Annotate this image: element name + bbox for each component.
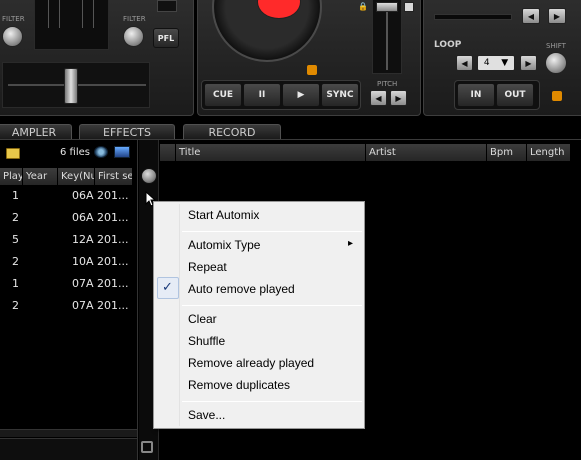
pitch-up-button[interactable]: ▶ [390,90,407,106]
cell-play: 2 [12,211,19,224]
col-artist-header[interactable]: Artist [366,144,487,161]
pause-button[interactable]: II [243,83,281,107]
filter-right-label: FILTER [123,15,146,23]
pitch-slider-line [386,10,388,70]
tab-effects[interactable]: EFFECTS [79,124,175,139]
col-title-header[interactable]: Title [176,144,366,161]
tab-sampler[interactable]: AMPLER [0,124,72,139]
automix-options-icon[interactable] [141,168,157,184]
browser-scrollbar[interactable] [0,429,137,437]
eq-fader-track-2[interactable] [82,0,94,28]
menu-item-automix-type[interactable]: Automix Type [188,238,260,252]
col-year-header[interactable]: Year [23,168,58,185]
top-right-square[interactable] [157,0,177,12]
menu-item-shuffle[interactable]: Shuffle [188,334,225,348]
col-play-header[interactable]: Play [0,168,23,185]
deck-lock-icon [307,65,317,75]
filter-right-knob[interactable] [123,26,144,47]
table-row[interactable]: 1 07A 201... [0,274,134,296]
effect-bar[interactable] [434,14,512,20]
eq-slot-left [34,0,109,50]
cell-play: 2 [12,255,19,268]
cell-play: 1 [12,189,19,202]
menu-item-start-automix[interactable]: Start Automix [188,208,259,222]
menu-item-remove-duplicates[interactable]: Remove duplicates [188,378,290,392]
checkmark-icon: ✓ [162,280,173,295]
filter-left-label: FILTER [2,15,25,23]
loop-value-box[interactable]: 4 ▼ [477,55,515,71]
loop-out-button[interactable]: OUT [496,83,534,107]
unlock-icon[interactable] [141,441,153,453]
col-length-header[interactable]: Length [527,144,571,161]
automix-context-menu: Start Automix Automix Type ▸ Repeat ✓ Au… [153,201,365,429]
menu-separator [182,231,362,232]
pitch-toggle[interactable] [404,2,414,12]
cell-first-seen: 201... [97,255,129,268]
submenu-arrow-icon: ▸ [348,238,354,249]
loop-dropdown-icon[interactable]: ▼ [501,58,508,68]
filter-left-knob[interactable] [2,26,23,47]
menu-item-save[interactable]: Save... [188,408,225,422]
eq-fader-track-1[interactable] [48,0,60,28]
network-icon[interactable] [114,146,130,158]
shift-knob[interactable] [545,52,567,74]
pitch-down-button[interactable]: ◀ [370,90,387,106]
table-row[interactable]: 1 06A 201... [0,186,134,208]
tab-record[interactable]: RECORD [183,124,281,139]
table-row[interactable]: 2 07A 201... [0,296,134,318]
col-key-header[interactable]: Key(Nu [58,168,95,185]
cell-key: 06A [72,211,94,224]
menu-item-auto-remove-played[interactable]: Auto remove played [188,282,295,296]
table-row[interactable]: 2 10A 201... [0,252,134,274]
shift-label: SHIFT [546,42,566,50]
menu-icon-column [156,204,180,426]
cell-play: 1 [12,277,19,290]
loop-lock-icon [552,91,562,101]
browser-bottom-bar [0,438,137,460]
effect-next-button[interactable]: ▶ [548,8,566,24]
menu-separator [182,305,362,306]
menu-item-remove-already-played[interactable]: Remove already played [188,356,314,370]
cell-key: 06A [72,189,94,202]
cell-key: 07A [72,299,94,312]
col-first-seen-header[interactable]: First se [95,168,133,185]
pitch-label: PITCH [377,80,398,88]
cell-first-seen: 201... [97,233,129,246]
table-row[interactable]: 5 12A 201... [0,230,134,252]
loop-in-button[interactable]: IN [457,83,495,107]
cell-key: 12A [72,233,94,246]
sync-button[interactable]: SYNC [321,83,359,107]
pitch-slider-handle[interactable] [376,2,398,12]
loop-value: 4 [483,58,490,68]
loop-prev-button[interactable]: ◀ [456,55,473,71]
folder-icon[interactable] [6,148,20,159]
col-bpm-header[interactable]: Bpm [487,144,527,161]
cue-button[interactable]: CUE [204,83,242,107]
cell-first-seen: 201... [97,189,129,202]
col-index-header[interactable] [160,144,176,161]
cell-play: 5 [12,233,19,246]
crossfader-handle[interactable] [64,68,78,104]
menu-separator [182,401,362,402]
lock-icon[interactable]: 🔒 [358,2,368,11]
cell-key: 07A [72,277,94,290]
effect-prev-button[interactable]: ◀ [522,8,540,24]
cell-key: 10A [72,255,94,268]
menu-item-clear[interactable]: Clear [188,312,217,326]
cell-first-seen: 201... [97,299,129,312]
pfl-button[interactable]: PFL [153,28,179,48]
cell-first-seen: 201... [97,277,129,290]
file-count: 6 files [60,147,90,158]
loop-label: LOOP [434,40,462,50]
cell-first-seen: 201... [97,211,129,224]
table-row[interactable]: 2 06A 201... [0,208,134,230]
play-button[interactable]: ▶ [282,83,320,107]
view-icon[interactable] [94,146,108,158]
menu-item-repeat[interactable]: Repeat [188,260,227,274]
loop-next-button[interactable]: ▶ [520,55,537,71]
cell-play: 2 [12,299,19,312]
